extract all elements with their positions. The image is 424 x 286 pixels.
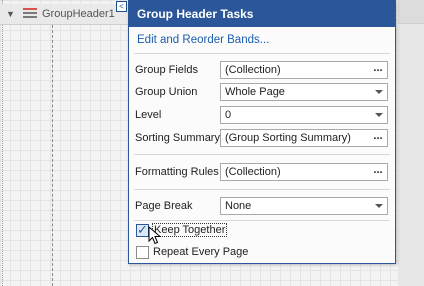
- sorting-summary-row: Sorting Summary (Group Sorting Summary) …: [129, 129, 395, 147]
- band-label: GroupHeader1: [42, 8, 115, 20]
- margin-guide: [2, 0, 3, 286]
- smart-tag-icon[interactable]: <: [116, 1, 127, 12]
- group-fields-field[interactable]: (Collection) ...: [220, 61, 388, 79]
- sorting-summary-label: Sorting Summary: [135, 132, 220, 144]
- formatting-rules-label: Formatting Rules: [135, 166, 219, 178]
- formatting-rules-row: Formatting Rules (Collection) ...: [129, 163, 395, 181]
- dropdown-arrow-icon[interactable]: [375, 204, 383, 208]
- group-fields-ellipsis-button[interactable]: ...: [369, 62, 387, 78]
- group-header-band[interactable]: ▼ GroupHeader1: [0, 4, 130, 25]
- group-union-row: Group Union Whole Page: [129, 83, 395, 101]
- level-spinner[interactable]: 0: [220, 106, 388, 124]
- band-icon: [22, 8, 38, 20]
- sorting-summary-field[interactable]: (Group Sorting Summary) ...: [220, 129, 388, 147]
- keep-together-label[interactable]: Keep Together: [151, 223, 228, 237]
- edit-reorder-bands-link[interactable]: Edit and Reorder Bands...: [137, 34, 269, 46]
- mouse-pointer-icon: [148, 226, 162, 245]
- separator: [134, 53, 390, 54]
- repeat-every-page-checkbox[interactable]: [136, 245, 149, 259]
- repeat-every-page-option[interactable]: Repeat Every Page: [136, 244, 248, 260]
- group-union-select[interactable]: Whole Page: [220, 83, 388, 101]
- level-value: 0: [225, 109, 232, 121]
- group-fields-row: Group Fields (Collection) ...: [129, 61, 395, 79]
- separator: [134, 189, 390, 190]
- dropdown-arrow-icon[interactable]: [375, 113, 383, 117]
- group-fields-label: Group Fields: [135, 64, 198, 76]
- group-union-value: Whole Page: [225, 86, 285, 98]
- page-break-value: None: [225, 200, 252, 212]
- level-row: Level 0: [129, 106, 395, 124]
- sorting-summary-value: (Group Sorting Summary): [225, 132, 351, 144]
- formatting-rules-ellipsis-button[interactable]: ...: [369, 164, 387, 180]
- collapse-icon[interactable]: ▼: [6, 9, 20, 19]
- ruler: [398, 0, 424, 24]
- page-break-select[interactable]: None: [220, 197, 388, 215]
- repeat-every-page-label[interactable]: Repeat Every Page: [153, 246, 248, 258]
- separator: [134, 154, 390, 155]
- group-fields-value: (Collection): [225, 64, 281, 76]
- sorting-summary-ellipsis-button[interactable]: ...: [369, 130, 387, 146]
- page-break-row: Page Break None: [129, 197, 395, 215]
- level-label: Level: [135, 109, 162, 121]
- panel-title: Group Header Tasks: [129, 1, 395, 27]
- dropdown-arrow-icon[interactable]: [375, 90, 383, 94]
- group-header-tasks-panel: Group Header Tasks Edit and Reorder Band…: [128, 0, 396, 264]
- column-guide: [52, 25, 53, 286]
- formatting-rules-value: (Collection): [225, 166, 281, 178]
- group-union-label: Group Union: [135, 86, 198, 98]
- separator: [134, 220, 390, 221]
- right-strip: [398, 0, 424, 286]
- page-break-label: Page Break: [135, 200, 193, 212]
- formatting-rules-field[interactable]: (Collection) ...: [220, 163, 388, 181]
